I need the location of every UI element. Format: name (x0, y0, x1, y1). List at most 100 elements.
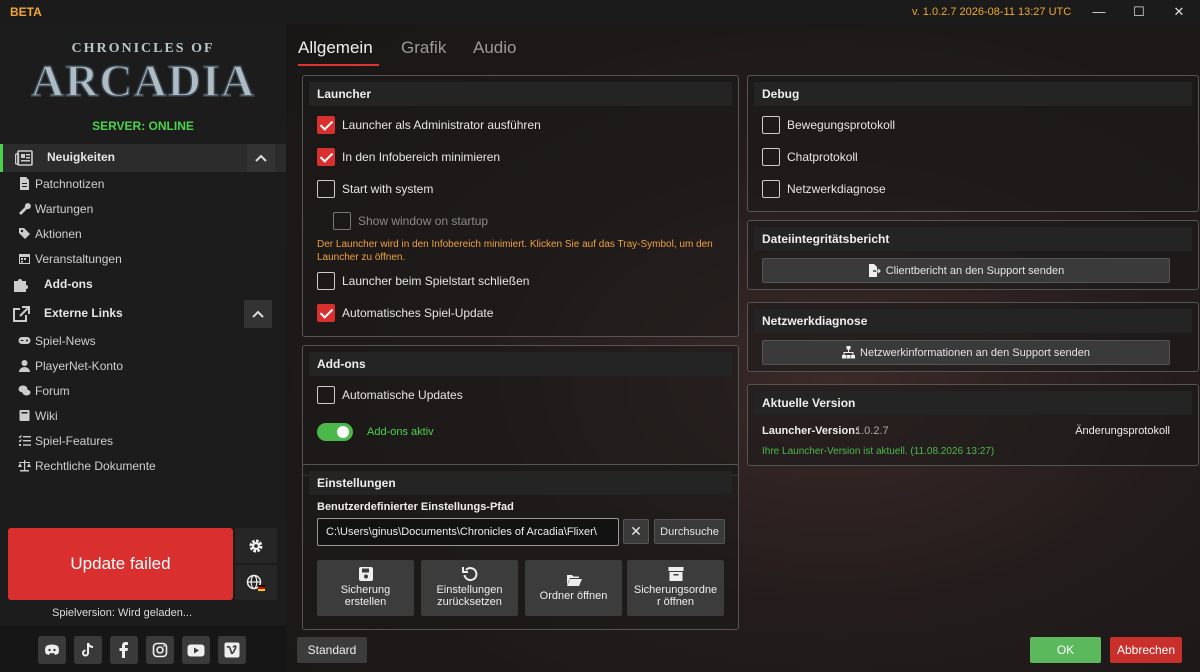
integrity-panel: Dateiintegritätsbericht Clientbericht an… (747, 220, 1199, 290)
comments-icon (18, 385, 31, 396)
tray-checkbox[interactable] (317, 148, 335, 166)
update-status-button[interactable]: Update failed (8, 528, 233, 600)
nav-events[interactable]: Veranstaltungen (0, 248, 286, 270)
create-backup-button[interactable]: Sicherung erstellen (317, 560, 414, 616)
integrity-heading: Dateiintegritätsbericht (754, 227, 1192, 251)
facebook-icon[interactable] (110, 636, 138, 664)
chat-log-label: Chatprotokoll (787, 150, 858, 164)
nav-external-links[interactable]: Externe Links (0, 300, 286, 328)
launcher-panel: Launcher Launcher als Administrator ausf… (302, 75, 739, 337)
minimize-button[interactable]: — (1084, 2, 1114, 22)
main-content: Allgemein Grafik Audio Launcher Launcher… (286, 24, 1200, 672)
launcher-version-label: Launcher-Version: (762, 425, 859, 437)
tiktok-icon[interactable] (74, 636, 102, 664)
close-window-button[interactable]: ✕ (1164, 2, 1194, 22)
youtube-icon[interactable] (182, 636, 210, 664)
auto-update-checkbox[interactable] (317, 304, 335, 322)
network-diagnostics-label: Netzwerkdiagnose (787, 182, 886, 196)
svg-text:CHRONICLES OF: CHRONICLES OF (71, 41, 214, 56)
book-icon (19, 410, 30, 421)
reset-label-line1: Einstellungen (436, 584, 503, 596)
vimeo-icon[interactable] (218, 636, 246, 664)
addons-active-toggle[interactable] (317, 423, 353, 441)
movement-log-checkbox[interactable] (762, 116, 780, 134)
settings-button[interactable] (235, 528, 277, 563)
nav-legal[interactable]: Rechtliche Dokumente (0, 455, 286, 477)
default-button[interactable]: Standard (297, 637, 367, 663)
netdiag-heading: Netzwerkdiagnose (754, 309, 1192, 333)
show-window-checkbox[interactable] (333, 212, 351, 230)
nav-game-news[interactable]: Spiel-News (0, 330, 286, 352)
addons-auto-updates-checkbox[interactable] (317, 386, 335, 404)
tray-label: In den Infobereich minimieren (342, 150, 501, 164)
newspaper-icon (15, 150, 33, 166)
backup-folder-label-line2: r öffnen (656, 596, 695, 608)
chevron-up-icon[interactable] (244, 300, 272, 328)
tab-general[interactable]: Allgemein (298, 38, 373, 58)
close-on-start-checkbox[interactable] (317, 272, 335, 290)
list-check-icon (18, 435, 31, 446)
start-with-system-checkbox[interactable] (317, 180, 335, 198)
version-panel: Aktuelle Version Launcher-Version: 1.0.2… (747, 384, 1199, 466)
send-network-info-label: Netzwerkinformationen an den Support sen… (860, 346, 1090, 359)
clear-path-button[interactable]: ✕ (623, 519, 649, 544)
cancel-button[interactable]: Abbrechen (1110, 637, 1182, 663)
admin-checkbox[interactable] (317, 116, 335, 134)
social-bar (0, 626, 286, 672)
close-on-start-label: Launcher beim Spielstart schließen (342, 274, 530, 288)
changelog-link[interactable]: Änderungsprotokoll (1075, 425, 1170, 437)
chat-log-checkbox[interactable] (762, 148, 780, 166)
nav-addons[interactable]: Add-ons (0, 271, 286, 299)
settings-path-field[interactable]: C:\Users\ginus\Documents\Chronicles of A… (317, 518, 619, 546)
tag-icon (19, 228, 30, 239)
reset-settings-button[interactable]: Einstellungen zurücksetzen (421, 560, 518, 616)
nav-news[interactable]: Neuigkeiten (0, 144, 286, 172)
puzzle-icon (14, 279, 28, 292)
nav-maintenance[interactable]: Wartungen (0, 198, 286, 220)
server-status: SERVER: ONLINE (92, 119, 194, 133)
nav-promotions[interactable]: Aktionen (0, 223, 286, 245)
nav-wiki[interactable]: Wiki (0, 405, 286, 427)
open-backup-folder-button[interactable]: Sicherungsordne r öffnen (627, 560, 724, 616)
send-client-report-button[interactable]: Clientbericht an den Support senden (762, 258, 1170, 283)
nav-forum[interactable]: Forum (0, 380, 286, 402)
instagram-icon[interactable] (146, 636, 174, 664)
nav-maintenance-label: Wartungen (35, 202, 94, 216)
network-diagnostics-checkbox[interactable] (762, 180, 780, 198)
scale-icon (18, 460, 31, 472)
tab-graphics[interactable]: Grafik (401, 38, 446, 58)
external-link-icon (13, 306, 30, 322)
version-timestamp: v. 1.0.2.7 2026-08-11 13:27 UTC (912, 6, 1072, 18)
active-tab-indicator (298, 64, 379, 66)
nav-forum-label: Forum (35, 384, 70, 398)
language-button[interactable] (235, 565, 277, 600)
show-window-label: Show window on startup (358, 214, 489, 228)
version-status-message: Ihre Launcher-Version ist aktuell. (11.0… (762, 446, 995, 457)
maximize-button[interactable]: ☐ (1124, 2, 1154, 22)
nav-game-features-label: Spiel-Features (35, 434, 114, 448)
tab-audio[interactable]: Audio (473, 38, 516, 58)
nav-patchnotes[interactable]: Patchnotizen (0, 173, 286, 195)
open-folder-button[interactable]: Ordner öffnen (525, 560, 622, 616)
gamepad-icon (18, 337, 31, 344)
file-export-icon (868, 264, 881, 277)
globe-icon (246, 574, 265, 591)
floppy-disk-icon (358, 567, 373, 581)
tray-note: Der Launcher wird in den Infobereich min… (317, 239, 713, 263)
undo-icon (461, 567, 477, 582)
chevron-up-icon[interactable] (247, 144, 275, 172)
discord-icon[interactable] (38, 636, 66, 664)
nav-game-features[interactable]: Spiel-Features (0, 430, 286, 452)
nav-events-label: Veranstaltungen (35, 252, 122, 266)
debug-panel: Debug Bewegungsprotokoll Chatprotokoll N… (747, 75, 1199, 212)
send-client-report-label: Clientbericht an den Support senden (885, 264, 1065, 277)
browse-button[interactable]: Durchsuche (654, 519, 725, 544)
svg-text:ARCADIA: ARCADIA (31, 55, 255, 106)
nav-playernet[interactable]: PlayerNet-Konto (0, 355, 286, 377)
beta-badge: BETA (10, 5, 42, 19)
send-network-info-button[interactable]: Netzwerkinformationen an den Support sen… (762, 340, 1170, 365)
ok-button[interactable]: OK (1030, 637, 1101, 663)
nav-promotions-label: Aktionen (35, 227, 82, 241)
backup-label-line2: erstellen (344, 596, 387, 608)
sidebar: CHRONICLES OF ARCADIA SERVER: ONLINE Neu… (0, 24, 286, 672)
